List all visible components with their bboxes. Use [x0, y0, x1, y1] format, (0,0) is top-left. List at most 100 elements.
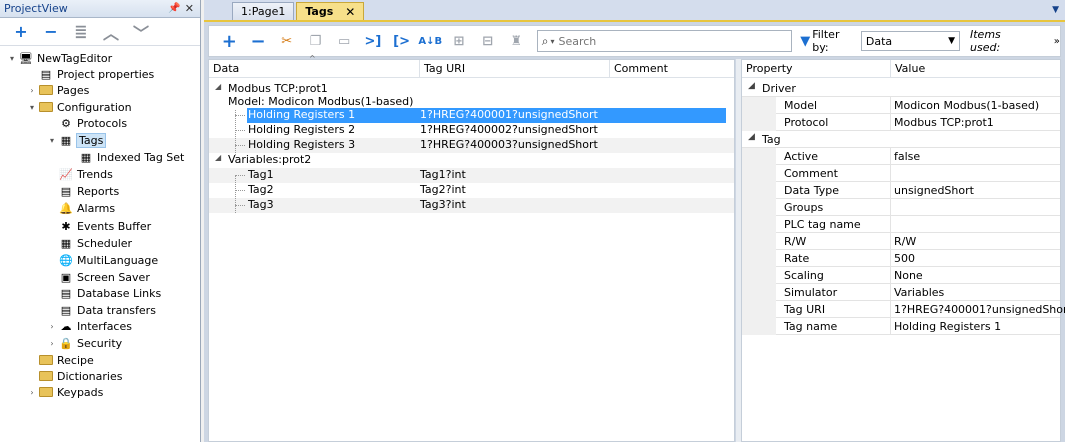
property-value[interactable]: Variables	[894, 286, 944, 299]
property-value[interactable]: 1?HREG?400001?unsignedShort	[894, 303, 1065, 316]
property-row[interactable]: Tag name Holding Registers 1	[742, 318, 1060, 335]
add-tag-icon[interactable]: +	[215, 30, 244, 52]
search-dropdown-icon[interactable]: ▾	[550, 37, 554, 46]
remove-icon[interactable]: −	[36, 21, 66, 43]
tag-group-icon[interactable]: ⊞	[445, 30, 474, 52]
property-value[interactable]: 500	[894, 252, 915, 265]
table-row[interactable]: Tag2 Tag2?int	[209, 183, 734, 198]
tree-item-configuration[interactable]: ▾ Configuration	[26, 99, 132, 115]
property-row[interactable]: Simulator Variables	[742, 284, 1060, 301]
tab-close-icon[interactable]: ✕	[345, 5, 355, 19]
cut-icon[interactable]: ✂	[272, 30, 301, 52]
table-row[interactable]: Holding Registers 3 1?HREG?400003?unsigne…	[209, 138, 734, 153]
column-header-comment[interactable]: Comment	[610, 60, 734, 78]
collapse-icon[interactable]: ◢	[748, 81, 755, 91]
filter-select[interactable]: Data ▼	[860, 31, 960, 51]
tab-list-dropdown-icon[interactable]: ▼	[1052, 5, 1059, 15]
column-header-data[interactable]: Data ^	[209, 54, 420, 78]
property-row[interactable]: R/W R/W	[742, 233, 1060, 250]
tree-item-security[interactable]: › 🔒 Security	[46, 335, 122, 351]
collapse-icon[interactable]: ◢	[215, 82, 221, 91]
column-divider	[890, 114, 891, 131]
paste-icon[interactable]: ▭	[330, 30, 359, 52]
tree-item-recipe[interactable]: Recipe	[26, 352, 94, 368]
expand-icon[interactable]: ›	[26, 388, 38, 397]
tree-item-pages[interactable]: › Pages	[26, 82, 89, 98]
column-divider	[890, 148, 891, 165]
tab-page1[interactable]: 1:Page1	[232, 2, 295, 20]
property-value[interactable]: R/W	[894, 235, 916, 248]
tree-item-alarms[interactable]: 🔔 Alarms	[46, 200, 115, 216]
tree-item-interfaces[interactable]: › ☁ Interfaces	[46, 318, 132, 334]
collapse-icon[interactable]: ◢	[748, 132, 755, 142]
tree-item-newtageditor[interactable]: ▾ 🖥 NewTagEditor	[6, 50, 112, 66]
export-icon[interactable]: [>	[387, 30, 416, 52]
table-row[interactable]: Tag3 Tag3?int	[209, 198, 734, 213]
search-field[interactable]: ⌕ ▾	[536, 30, 793, 52]
copy-icon[interactable]: ❐	[301, 30, 330, 52]
tree-item-screen-saver[interactable]: ▣ Screen Saver	[46, 269, 150, 285]
column-header-tag-uri[interactable]: Tag URI	[420, 60, 610, 78]
property-row[interactable]: Protocol Modbus TCP:prot1	[742, 114, 1060, 131]
table-row[interactable]: Holding Registers 2 1?HREG?400002?unsigne…	[209, 123, 734, 138]
sort-az-icon[interactable]: A↓B	[416, 30, 445, 52]
grid-group-row[interactable]: ◢ Variables:prot2	[209, 153, 734, 168]
property-value[interactable]: false	[894, 150, 920, 163]
tree-item-indexed-tag-set[interactable]: ▦ Indexed Tag Set	[66, 149, 185, 165]
property-row[interactable]: Scaling None	[742, 267, 1060, 284]
property-value[interactable]: None	[894, 269, 923, 282]
add-icon[interactable]: +	[6, 21, 36, 43]
tree-item-keypads[interactable]: › Keypads	[26, 384, 103, 400]
column-header-value[interactable]: Value	[891, 60, 1060, 78]
property-row[interactable]: Data Type unsignedShort	[742, 182, 1060, 199]
close-icon[interactable]: ✕	[185, 2, 194, 15]
property-row[interactable]: PLC tag name	[742, 216, 1060, 233]
collapse-icon[interactable]: ▾	[6, 54, 18, 63]
property-row[interactable]: Groups	[742, 199, 1060, 216]
collapse-icon[interactable]: ▾	[26, 103, 38, 112]
collapse-icon[interactable]: ◢	[215, 153, 221, 162]
move-up-icon[interactable]: ︿	[96, 21, 126, 43]
property-value[interactable]: Modicon Modbus(1-based)	[894, 99, 1039, 112]
property-value[interactable]: Modbus TCP:prot1	[894, 116, 994, 129]
pin-tag-icon[interactable]: ♜	[502, 30, 531, 52]
collapse-icon[interactable]: ▾	[46, 136, 58, 145]
property-row[interactable]: Active false	[742, 148, 1060, 165]
tree-item-scheduler[interactable]: ▦ Scheduler	[46, 235, 132, 251]
table-row[interactable]: Holding Registers 1 1?HREG?400001?unsigne…	[209, 108, 734, 123]
property-row[interactable]: Tag URI 1?HREG?400001?unsignedShort	[742, 301, 1065, 318]
property-row[interactable]: Rate 500	[742, 250, 1060, 267]
property-value[interactable]: Holding Registers 1	[894, 320, 1001, 333]
expand-icon[interactable]: ›	[46, 322, 58, 331]
tab-tags[interactable]: Tags ✕	[296, 2, 365, 20]
remove-tag-icon[interactable]: −	[244, 30, 273, 52]
tree-item-dictionaries[interactable]: Dictionaries	[26, 368, 122, 384]
property-row[interactable]: Model Modicon Modbus(1-based)	[742, 97, 1060, 114]
search-input[interactable]	[558, 34, 779, 48]
expand-icon[interactable]: ›	[46, 339, 58, 348]
tree-item-events-buffer[interactable]: ✱ Events Buffer	[46, 218, 151, 234]
property-value[interactable]: unsignedShort	[894, 184, 974, 197]
column-header-label: Data	[213, 62, 240, 75]
tree-item-database-links[interactable]: ▤ Database Links	[46, 285, 161, 301]
tree-item-project-properties[interactable]: ▤ Project properties	[26, 66, 154, 82]
tree-item-multilanguage[interactable]: 🌐 MultiLanguage	[46, 252, 158, 268]
tag-transfer-icon[interactable]: ⊟	[473, 30, 502, 52]
tree-item-protocols[interactable]: ⚙ Protocols	[46, 115, 127, 131]
overflow-icon[interactable]: »	[1054, 36, 1060, 47]
pin-icon[interactable]: 📌	[168, 3, 180, 14]
property-category[interactable]: ◢ Driver	[742, 80, 1060, 97]
expand-icon[interactable]: ›	[26, 86, 38, 95]
tree-item-tags[interactable]: ▾ ▦ Tags	[46, 132, 107, 148]
tree-item-data-transfers[interactable]: ▤ Data transfers	[46, 302, 156, 318]
tree-item-label: Data transfers	[77, 303, 156, 317]
column-header-property[interactable]: Property	[742, 60, 891, 78]
tree-item-trends[interactable]: 📈 Trends	[46, 166, 113, 182]
tree-item-reports[interactable]: ▤ Reports	[46, 183, 119, 199]
import-icon[interactable]: >]	[359, 30, 388, 52]
properties-edit-icon[interactable]: ≣	[66, 21, 96, 43]
table-row[interactable]: Tag1 Tag1?int	[209, 168, 734, 183]
move-down-icon[interactable]: ﹀	[126, 21, 156, 43]
property-row[interactable]: Comment	[742, 165, 1060, 182]
property-category[interactable]: ◢ Tag	[742, 131, 1060, 148]
